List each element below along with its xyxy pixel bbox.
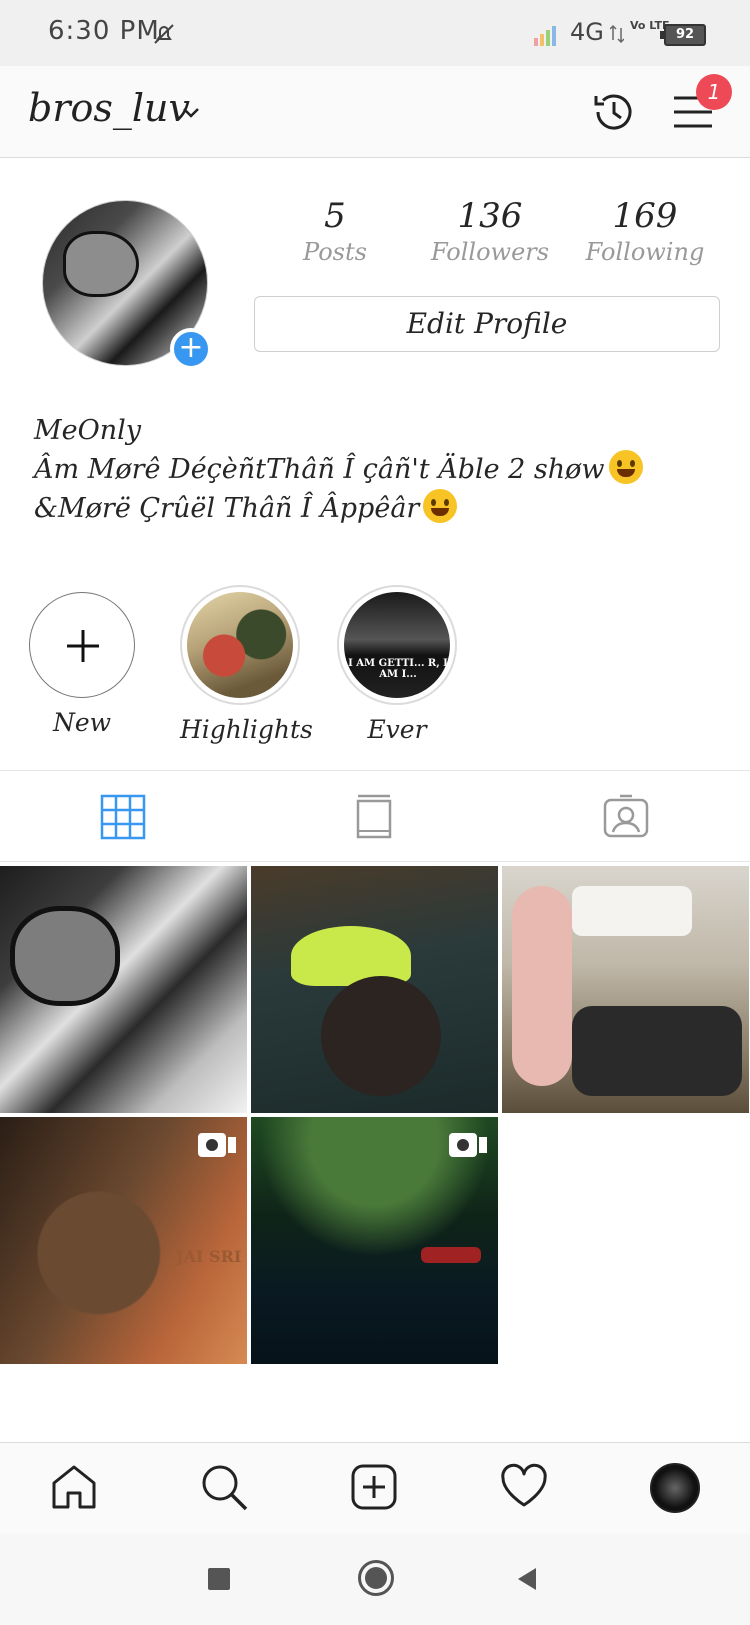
followers-count: 136 [457,196,523,236]
profile-header: bros_luv 1 [0,66,750,158]
plus-icon [67,630,99,662]
following-count: 169 [612,196,678,236]
video-icon [198,1133,236,1157]
stat-following[interactable]: 169 Following [575,196,715,266]
status-time: 6:30 PM [48,16,160,46]
add-post-icon[interactable] [348,1461,400,1513]
bio-line-1: Âm Mørê DéçèñtThâñ Î çâñ't Äble 2 shøw [34,450,724,489]
highlight-item[interactable]: I AM GETTI... R, I AM I... Ever [337,585,457,744]
post-thumbnail[interactable] [502,866,749,1113]
grid-icon[interactable] [99,793,147,841]
data-activity-icon [610,24,624,44]
home-icon[interactable] [48,1461,100,1513]
profile-avatar[interactable] [650,1463,700,1513]
post-thumbnail[interactable] [0,866,247,1113]
heart-icon[interactable] [498,1461,550,1513]
highlight-new[interactable]: New [22,585,142,737]
bio-name: MeOnly [34,415,142,446]
bottom-navigation [0,1442,750,1534]
post-thumbnail[interactable] [251,866,498,1113]
highlight-cover: I AM GETTI... R, I AM I... [344,592,450,698]
bio-line-2: &Mørë Çrûël Thâñ Î Âppêâr [34,489,724,528]
stat-posts[interactable]: 5 Posts [265,196,405,266]
post-thumbnail[interactable]: JAI SRI [0,1117,247,1364]
highlight-item[interactable]: Highlights [180,585,313,744]
posts-label: Posts [303,238,367,266]
highlight-label: New [52,708,112,737]
archive-history-icon[interactable] [590,88,638,136]
notifications-muted-icon [154,24,174,44]
add-story-icon[interactable]: + [170,328,212,370]
tagged-icon[interactable] [602,793,650,841]
profile-tab-bar [0,770,750,862]
recent-apps-icon[interactable] [208,1568,230,1590]
new-highlight-circle [29,592,135,698]
highlight-label: Highlights [180,715,313,744]
status-bar: 6:30 PM 4G Vo LTE 92 [0,0,750,66]
system-navigation-bar [0,1534,750,1625]
smirk-emoji-icon [423,489,458,523]
signal-strength-icon [534,26,556,46]
network-type: 4G [570,18,604,46]
chevron-down-icon[interactable] [182,106,200,120]
back-icon[interactable] [514,1566,540,1592]
notification-badge: 1 [696,74,732,110]
following-label: Following [585,238,705,266]
edit-profile-button[interactable]: Edit Profile [254,296,720,352]
posts-count: 5 [324,196,346,236]
battery-icon: 92 [660,24,706,46]
username-switcher[interactable]: bros_luv [28,86,190,130]
home-button-icon[interactable] [358,1560,394,1596]
highlight-cover [187,592,293,698]
search-icon[interactable] [198,1461,250,1513]
highlight-label: Ever [367,715,427,744]
video-icon [449,1133,487,1157]
followers-label: Followers [430,238,550,266]
profile-bio: MeOnly Âm Mørê DéçèñtThâñ Î çâñ't Äble 2… [34,412,724,528]
stat-followers[interactable]: 136 Followers [420,196,560,266]
igtv-icon[interactable] [350,793,398,841]
grinning-emoji-icon [608,450,643,484]
post-thumbnail[interactable] [251,1117,498,1364]
